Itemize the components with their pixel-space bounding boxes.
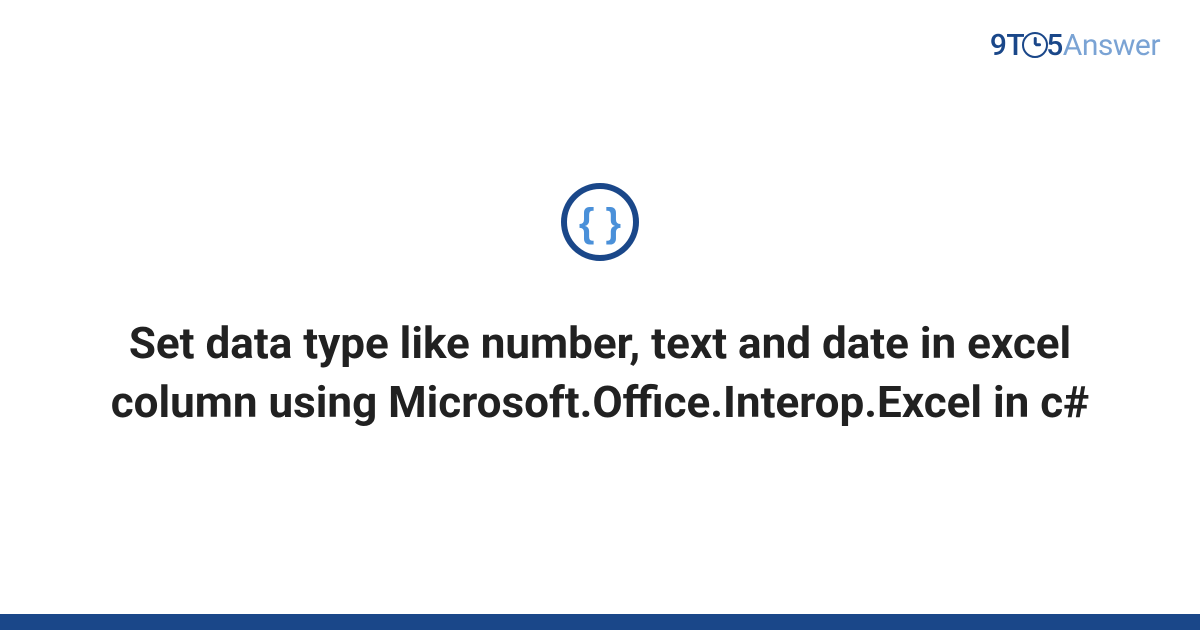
question-title: Set data type like number, text and date… [100, 314, 1100, 433]
category-icon-wrapper: { } [560, 182, 640, 266]
main-content: { } Set data type like number, text and … [0, 0, 1200, 614]
bottom-accent-bar [0, 614, 1200, 630]
code-braces-icon: { } [560, 182, 640, 262]
svg-text:{ }: { } [579, 201, 621, 245]
